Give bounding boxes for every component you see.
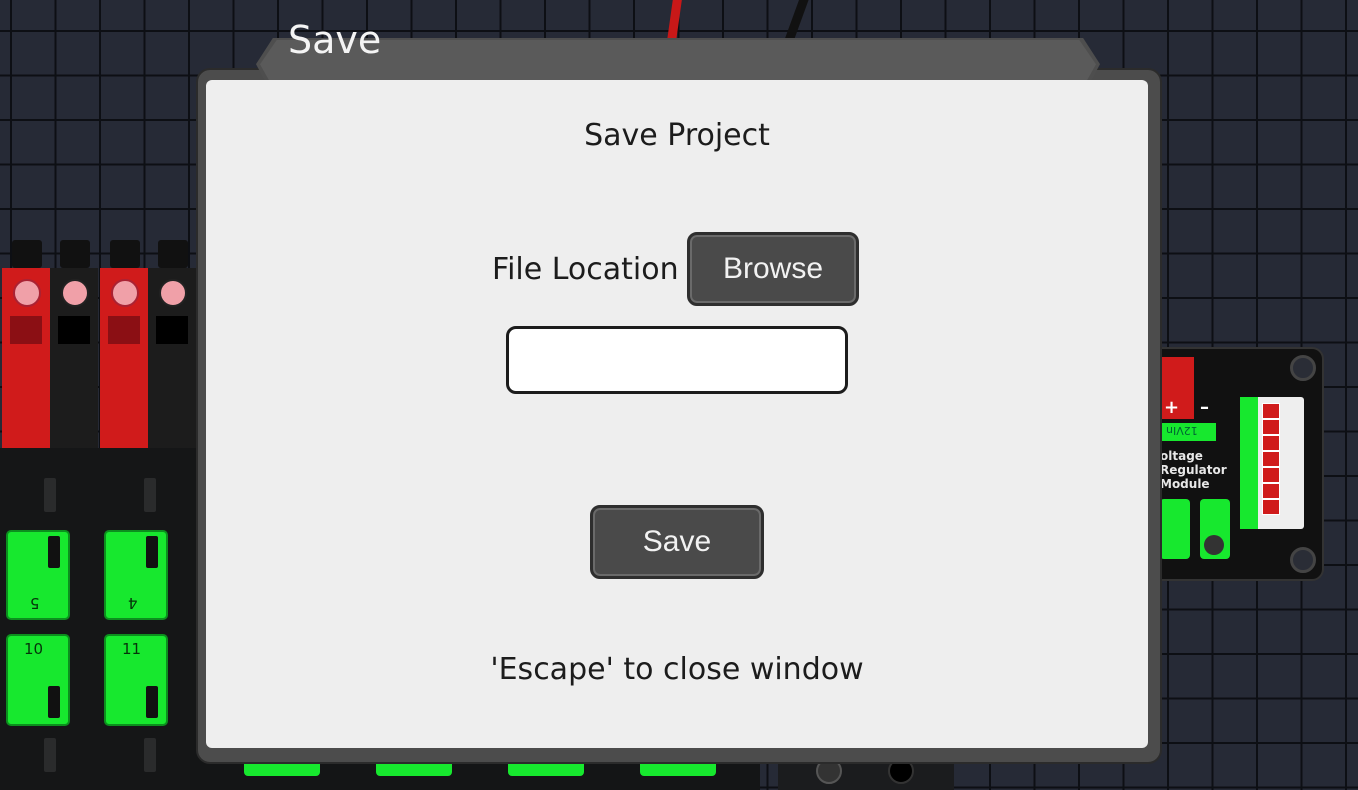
terminal-cap (110, 240, 140, 268)
power-input-label: 12VIn (1166, 424, 1198, 437)
terminal-screw (61, 279, 89, 307)
terminal-base: 5 4 10 11 (0, 448, 196, 790)
header-label-bar (1240, 397, 1258, 529)
save-dialog (206, 80, 1148, 748)
header-pin (1262, 419, 1280, 435)
pin (44, 478, 56, 512)
notch (48, 536, 60, 568)
terminal-red[interactable] (2, 268, 50, 448)
notch (146, 536, 158, 568)
header-pin (1262, 499, 1280, 515)
terminal-slot (108, 316, 140, 344)
minus-sign: – (1200, 397, 1209, 418)
green-terminal-label: 10 (24, 640, 44, 658)
notch (48, 686, 60, 718)
terminal-cap (60, 240, 90, 268)
green-terminal[interactable]: 10 (6, 634, 70, 726)
module-name-line: Module (1160, 477, 1210, 491)
header-pin (1262, 451, 1280, 467)
green-terminal-label: 4 (128, 594, 138, 612)
green-terminal[interactable]: 5 (6, 530, 70, 620)
terminal-screw (111, 279, 139, 307)
terminal-cap (158, 240, 188, 268)
terminal-slot (58, 316, 90, 344)
output-terminal (1200, 499, 1230, 559)
terminal-black[interactable] (148, 268, 196, 448)
terminal-screw (13, 279, 41, 307)
power-input-label-bar: 12VIn (1160, 423, 1216, 441)
green-terminal[interactable]: 4 (104, 530, 168, 620)
module-name-line: Regulator (1160, 463, 1227, 477)
green-terminal[interactable]: 11 (104, 634, 168, 726)
file-path-input[interactable] (506, 326, 848, 394)
pin (144, 738, 156, 772)
led-icon (1204, 535, 1224, 555)
header-pin (1262, 403, 1280, 419)
output-terminal (1160, 499, 1190, 559)
header-pin (1262, 435, 1280, 451)
escape-hint: 'Escape' to close window (490, 652, 864, 687)
voltage-regulator-module[interactable]: + – 12VIn oltage Regulator Module (1140, 347, 1324, 581)
terminal-slot (156, 316, 188, 344)
module-name-line: oltage (1160, 449, 1203, 463)
notch (146, 686, 158, 718)
file-location-label: File Location (492, 252, 679, 287)
mount-hole (1290, 355, 1316, 381)
browse-button[interactable]: Browse (687, 232, 859, 306)
mount-hole (1290, 547, 1316, 573)
window-title: Save (288, 18, 382, 62)
power-input-terminal: + – (1160, 357, 1209, 419)
terminal-slot (10, 316, 42, 344)
pin-header (1240, 397, 1304, 529)
terminal-red[interactable] (100, 268, 148, 448)
pin (44, 738, 56, 772)
terminal-black[interactable] (50, 268, 98, 448)
terminal-screw (159, 279, 187, 307)
save-button[interactable]: Save (590, 505, 764, 579)
header-pin (1262, 483, 1280, 499)
pin (144, 478, 156, 512)
plus-sign: + (1164, 397, 1180, 418)
dialog-heading: Save Project (584, 118, 770, 153)
terminal-cap (12, 240, 42, 268)
module-name: oltage Regulator Module (1160, 449, 1227, 491)
green-terminal-label: 5 (30, 594, 40, 612)
header-pin (1262, 467, 1280, 483)
green-terminal-label: 11 (122, 640, 142, 658)
